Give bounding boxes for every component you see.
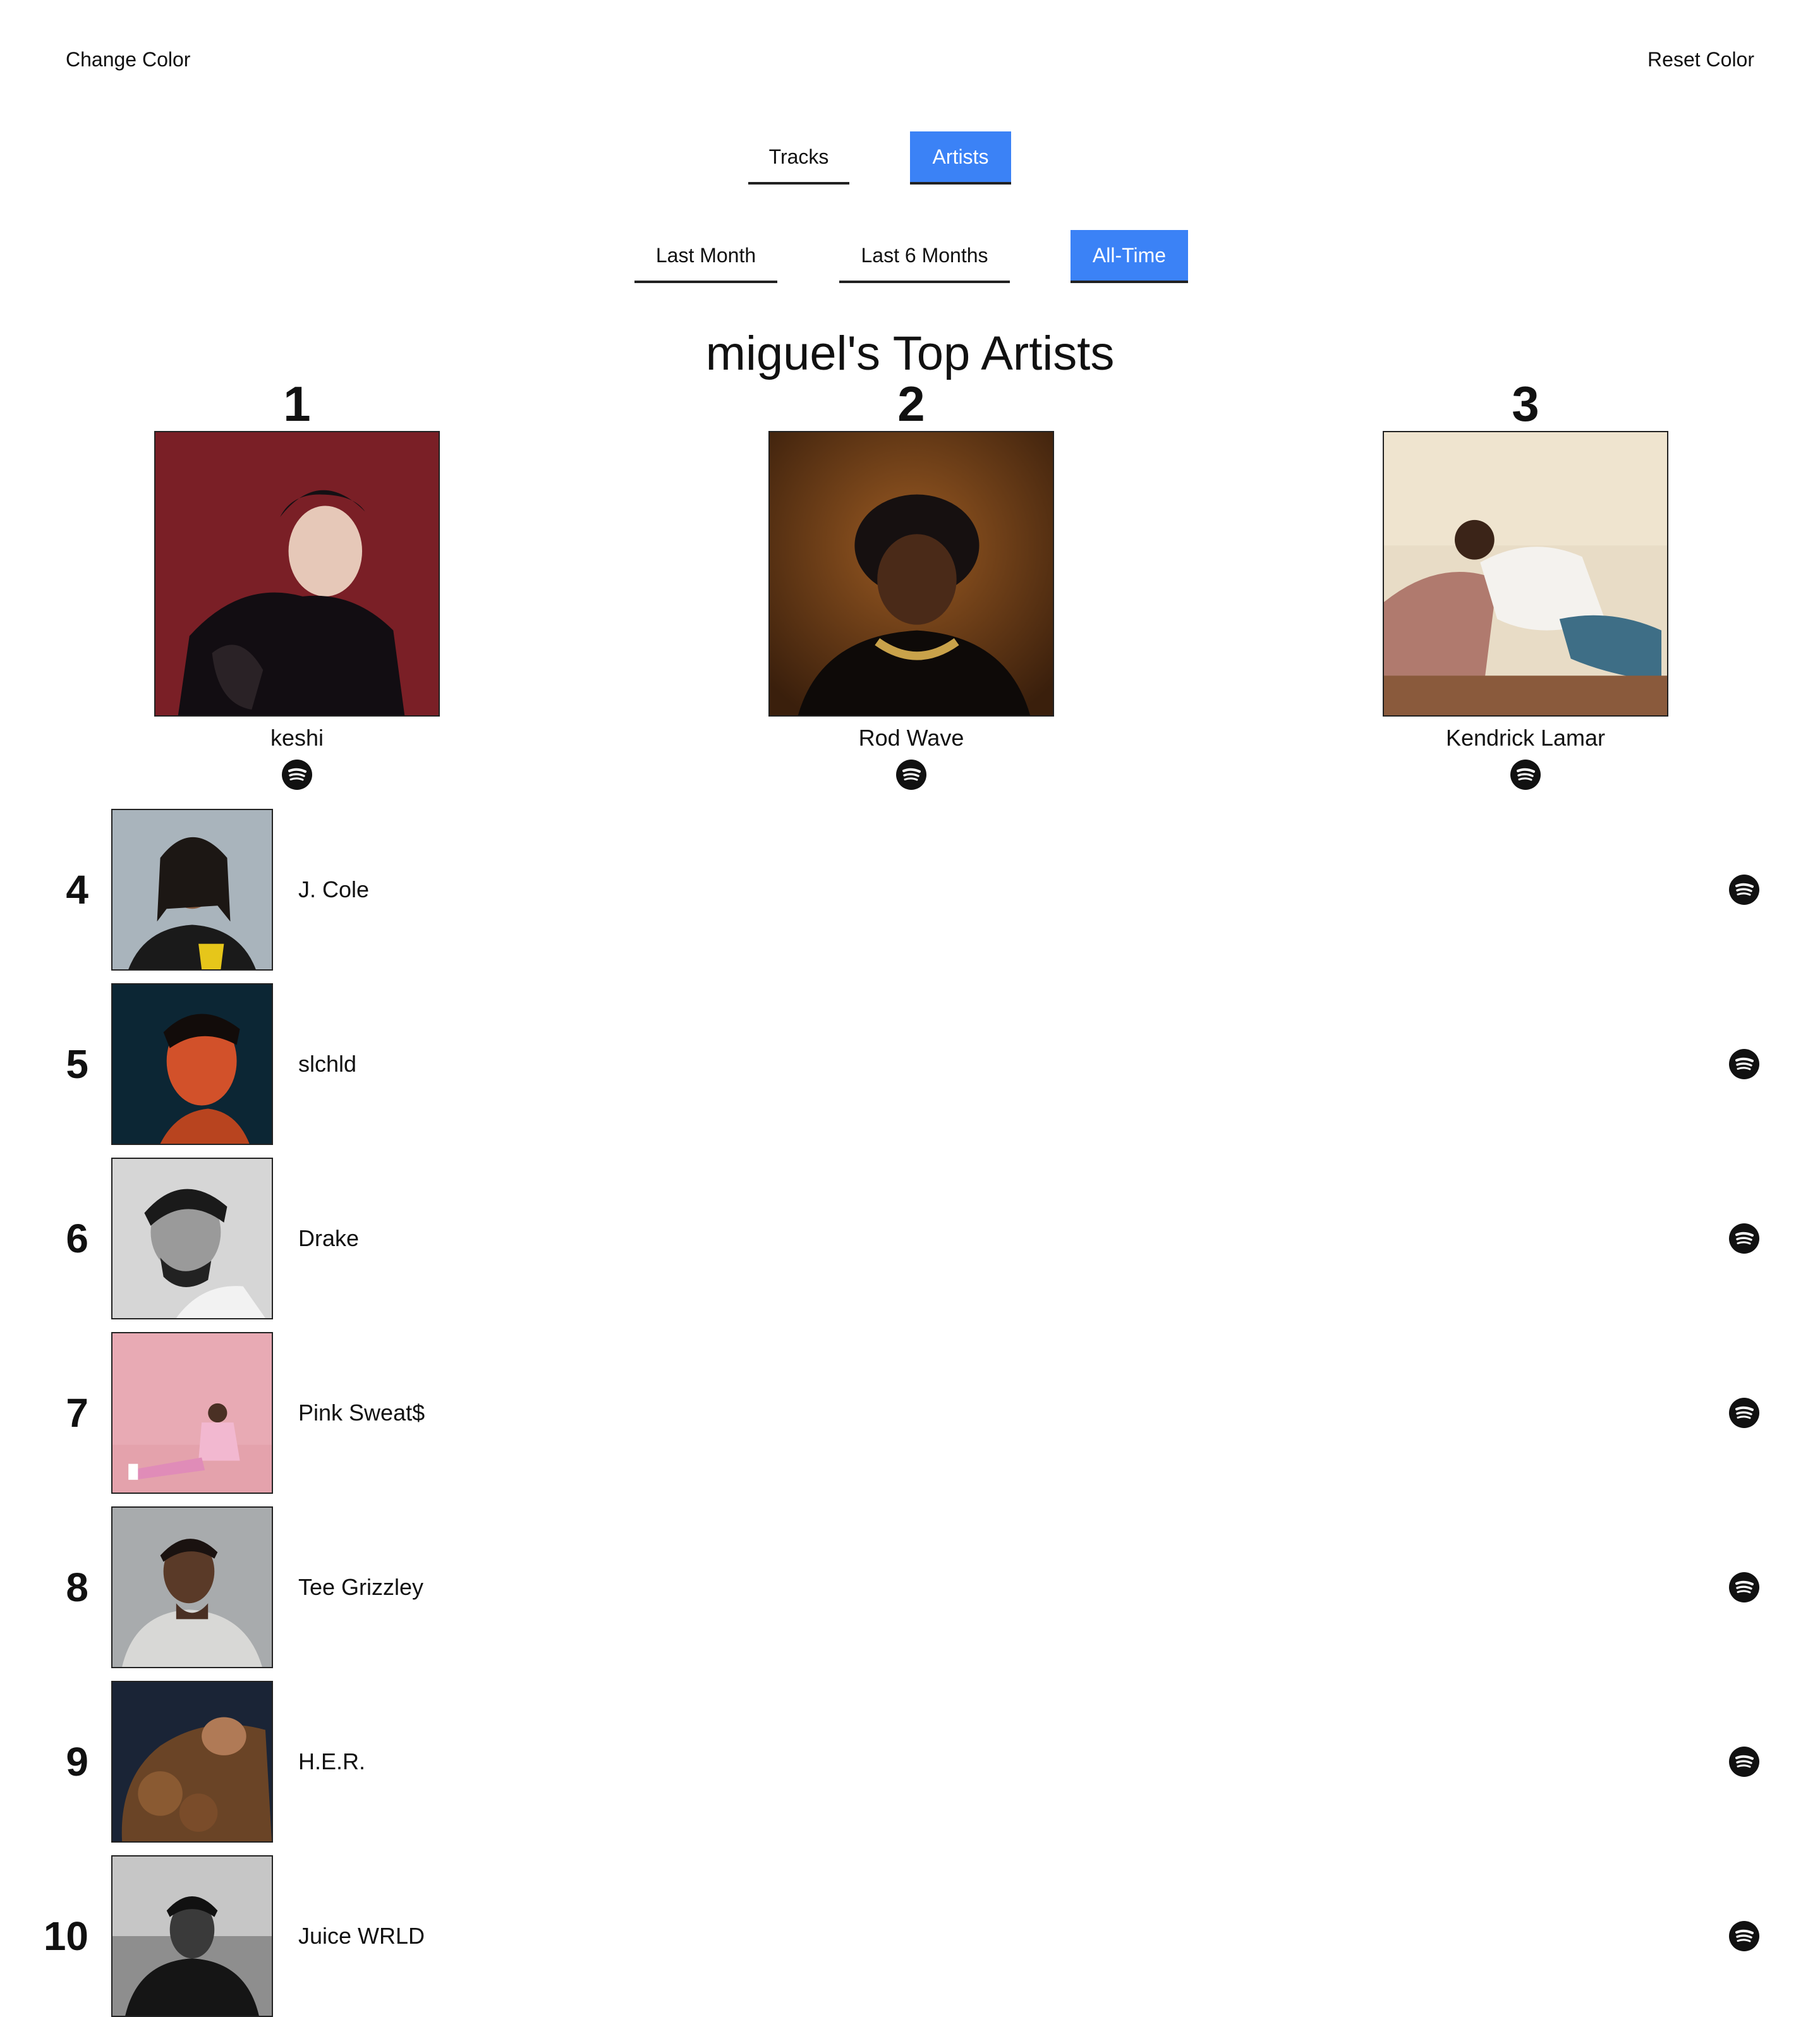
page-title: miguel's Top Artists (705, 327, 1115, 380)
artist-name: Drake (298, 1225, 360, 1251)
artist-photo[interactable] (111, 1158, 273, 1319)
artist-name: H.E.R. (298, 1748, 366, 1774)
artist-name: Tee Grizzley (298, 1574, 424, 1600)
artist-name: Rod Wave (858, 725, 964, 751)
artist-name: Pink Sweat$ (298, 1400, 425, 1426)
artist-photo[interactable] (1383, 431, 1668, 717)
rank-number: 1 (283, 376, 311, 432)
spotify-icon[interactable] (1729, 1398, 1759, 1428)
rank-number: 5 (66, 1041, 88, 1087)
artist-photo[interactable] (111, 1506, 273, 1668)
artist-name: J. Cole (298, 876, 370, 902)
artist-photo[interactable] (111, 983, 273, 1145)
spotify-icon[interactable] (896, 760, 926, 790)
list-item: 5 slchld (0, 983, 1820, 1145)
artist-name: Juice WRLD (298, 1923, 425, 1949)
tab-tracks[interactable]: Tracks (748, 131, 849, 185)
rank-number: 9 (66, 1739, 88, 1784)
rank-number: 6 (66, 1216, 88, 1261)
artist-photo[interactable] (111, 1855, 273, 2017)
spotify-icon[interactable] (1729, 1223, 1759, 1254)
list-item: 10 Juice WRLD (0, 1855, 1820, 2017)
spotify-icon[interactable] (282, 760, 312, 790)
range-last-month[interactable]: Last Month (634, 230, 777, 283)
range-all-time[interactable]: All-Time (1071, 230, 1188, 283)
podium-item: 3 Kendrick Lamar (1383, 377, 1668, 790)
spotify-icon[interactable] (1510, 760, 1541, 790)
spotify-icon[interactable] (1729, 1049, 1759, 1079)
rank-number: 4 (66, 867, 88, 912)
list-item: 9 H.E.R. (0, 1681, 1820, 1843)
reset-color-button[interactable]: Reset Color (1647, 45, 1754, 73)
list-item: 6 Drake (0, 1158, 1820, 1319)
list-item: 8 Tee Grizzley (0, 1506, 1820, 1668)
artist-photo[interactable] (111, 1332, 273, 1494)
artist-photo[interactable] (154, 431, 440, 717)
spotify-icon[interactable] (1729, 875, 1759, 905)
artist-name: Kendrick Lamar (1445, 725, 1606, 751)
tab-artists[interactable]: Artists (910, 131, 1011, 185)
rank-number: 2 (897, 376, 925, 432)
spotify-icon[interactable] (1729, 1572, 1759, 1602)
artist-photo[interactable] (111, 809, 273, 971)
rank-number: 7 (66, 1390, 88, 1436)
rank-number: 3 (1512, 376, 1539, 432)
rank-number: 10 (43, 1913, 88, 1959)
podium-item: 2 Rod Wave (768, 377, 1054, 790)
artist-photo[interactable] (111, 1681, 273, 1843)
rank-number: 8 (66, 1565, 88, 1610)
change-color-button[interactable]: Change Color (66, 45, 190, 73)
podium-item: 1 keshi (154, 377, 440, 790)
list-item: 4 J. Cole (0, 809, 1820, 971)
spotify-icon[interactable] (1729, 1747, 1759, 1777)
spotify-icon[interactable] (1729, 1921, 1759, 1951)
range-last-6-months[interactable]: Last 6 Months (839, 230, 1010, 283)
artist-name: slchld (298, 1051, 357, 1077)
artist-name: keshi (270, 725, 324, 751)
artist-photo[interactable] (768, 431, 1054, 717)
list-item: 7 Pink Sweat$ (0, 1332, 1820, 1494)
